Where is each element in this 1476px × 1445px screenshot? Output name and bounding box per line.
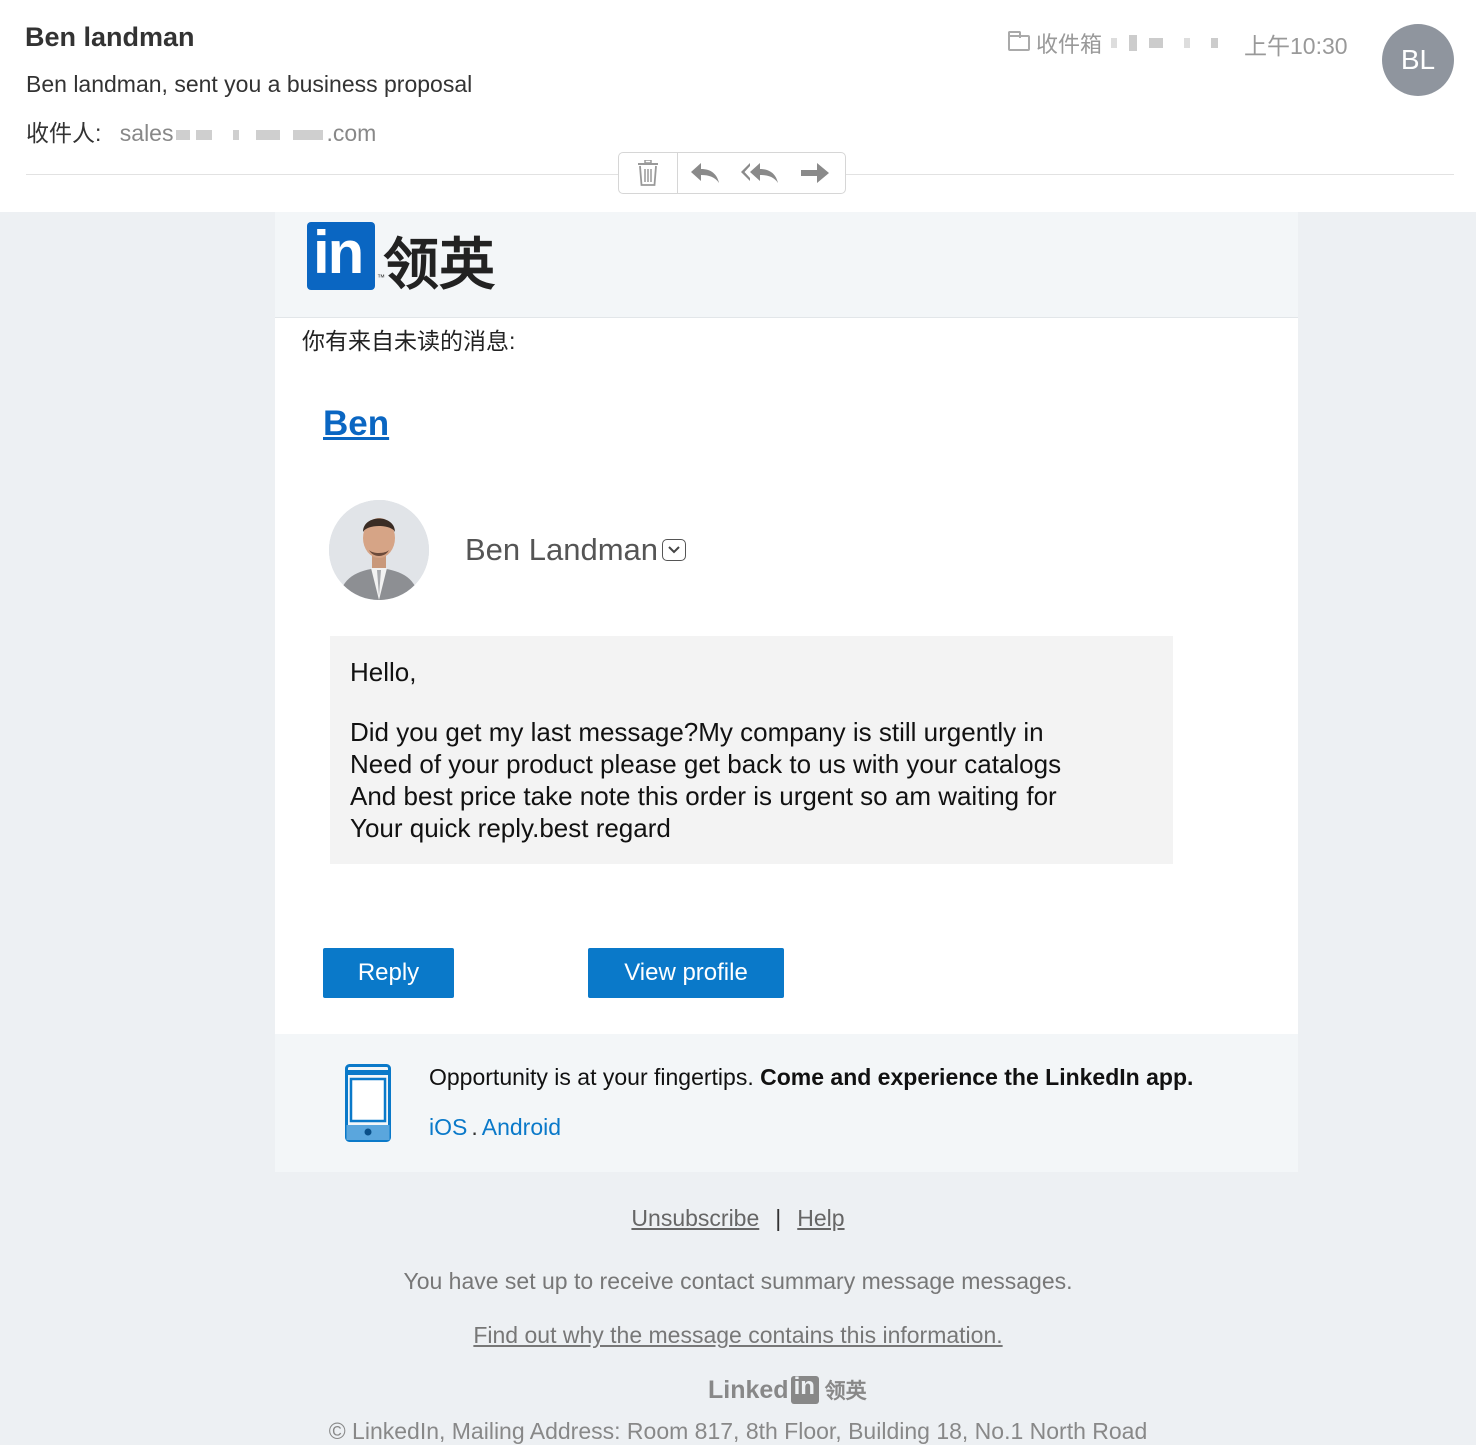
linkedin-logo-icon: in [307,219,375,290]
sender-full-name-text: Ben Landman [465,532,659,567]
promo-text-bold: Come and experience the LinkedIn app. [760,1064,1194,1090]
footer-links: Unsubscribe | Help [0,1205,1476,1232]
footer-address: © LinkedIn, Mailing Address: Room 817, 8… [328,1418,1148,1444]
footer-logo-word: Linked [708,1375,789,1404]
message-line: Need of your product please get back to … [350,749,1062,779]
footer-logo: Linked in 领英 [708,1373,867,1405]
folder-name: 收件箱 [1036,32,1103,57]
footer-logo-mark: in [793,1373,815,1400]
android-link[interactable]: Android [482,1114,561,1140]
footer-note: You have set up to receive contact summa… [403,1268,1073,1294]
sender-name[interactable]: Ben landman [25,22,195,53]
folder-icon [1008,31,1030,51]
sender-profile-link[interactable]: Ben [323,404,389,444]
redaction-mark [176,129,191,140]
reply-all-icon [741,163,778,183]
recipient-row: 收件人: sales .com [26,114,376,148]
chevron-down-icon[interactable] [662,539,687,561]
redaction-mark [1184,38,1191,48]
message-line: Your quick reply.best regard [350,813,671,843]
folder-label[interactable]: 收件箱 [1008,27,1221,59]
reply-all-toolbar-button[interactable] [732,153,788,193]
brand-name-cn: 领英 [383,233,495,296]
recipient-label: 收件人: [26,120,102,146]
message-body: Hello, Did you get my last message?My co… [330,636,1173,864]
redaction-mark [1129,35,1138,51]
sender-full-name[interactable]: Ben Landman [465,532,687,568]
message-toolbar [618,152,846,194]
redaction-mark [1111,38,1118,48]
footer-logo-cn: 领英 [824,1380,867,1403]
message-line: And best price take note this order is u… [350,781,1057,811]
forward-toolbar-button[interactable] [788,153,842,193]
mail-header: Ben landman Ben landman, sent you a busi… [0,0,1476,212]
profile-photo-icon [329,500,429,600]
app-promo: Opportunity is at your fingertips. Come … [275,1034,1298,1172]
promo-text: Opportunity is at your fingertips. Come … [429,1064,1193,1091]
brand-header: in ™ 领英 [275,212,1298,318]
help-link[interactable]: Help [797,1205,844,1231]
link-separator: . [471,1114,478,1140]
recipient-prefix: sales [119,120,174,146]
redaction-mark [196,129,213,140]
store-links: iOS. Android [429,1114,561,1141]
find-out-link[interactable]: Find out why the message contains this i… [0,1322,1476,1349]
view-profile-button[interactable]: View profile [588,948,784,998]
redaction-mark [256,129,281,140]
message-greeting: Hello, [350,657,417,687]
reply-button[interactable]: Reply [323,948,454,998]
footer-separator: | [775,1205,782,1231]
forward-icon [801,163,829,183]
trash-icon [638,160,658,186]
redaction-mark [1149,38,1164,48]
recipient-address[interactable]: sales .com [120,120,377,146]
promo-text-plain: Opportunity is at your fingertips. [429,1064,754,1090]
avatar[interactable]: BL [1382,24,1454,96]
recipient-suffix: .com [326,120,377,146]
redaction-mark [233,129,240,140]
message-line: Did you get my last message?My company i… [350,717,1044,747]
footer-linkedin-icon: in [790,1373,819,1404]
logo-mark: in [313,219,364,286]
email-card: in ™ 领英 你有来自未读的消息: Ben Ben Landman Hello… [275,212,1298,1172]
unread-message-notice: 你有来自未读的消息: [302,328,516,354]
redaction-mark [293,129,324,140]
delete-button[interactable] [619,153,677,193]
unsubscribe-link[interactable]: Unsubscribe [631,1205,759,1231]
reply-icon [691,163,719,183]
mobile-phone-icon [345,1064,391,1142]
sender-photo[interactable] [329,500,429,600]
redaction-mark [1211,38,1219,48]
reply-toolbar-button[interactable] [678,153,732,193]
mail-subject: Ben landman, sent you a business proposa… [26,71,473,97]
ios-link[interactable]: iOS [429,1114,467,1140]
timestamp: 上午10:30 [1244,33,1348,59]
